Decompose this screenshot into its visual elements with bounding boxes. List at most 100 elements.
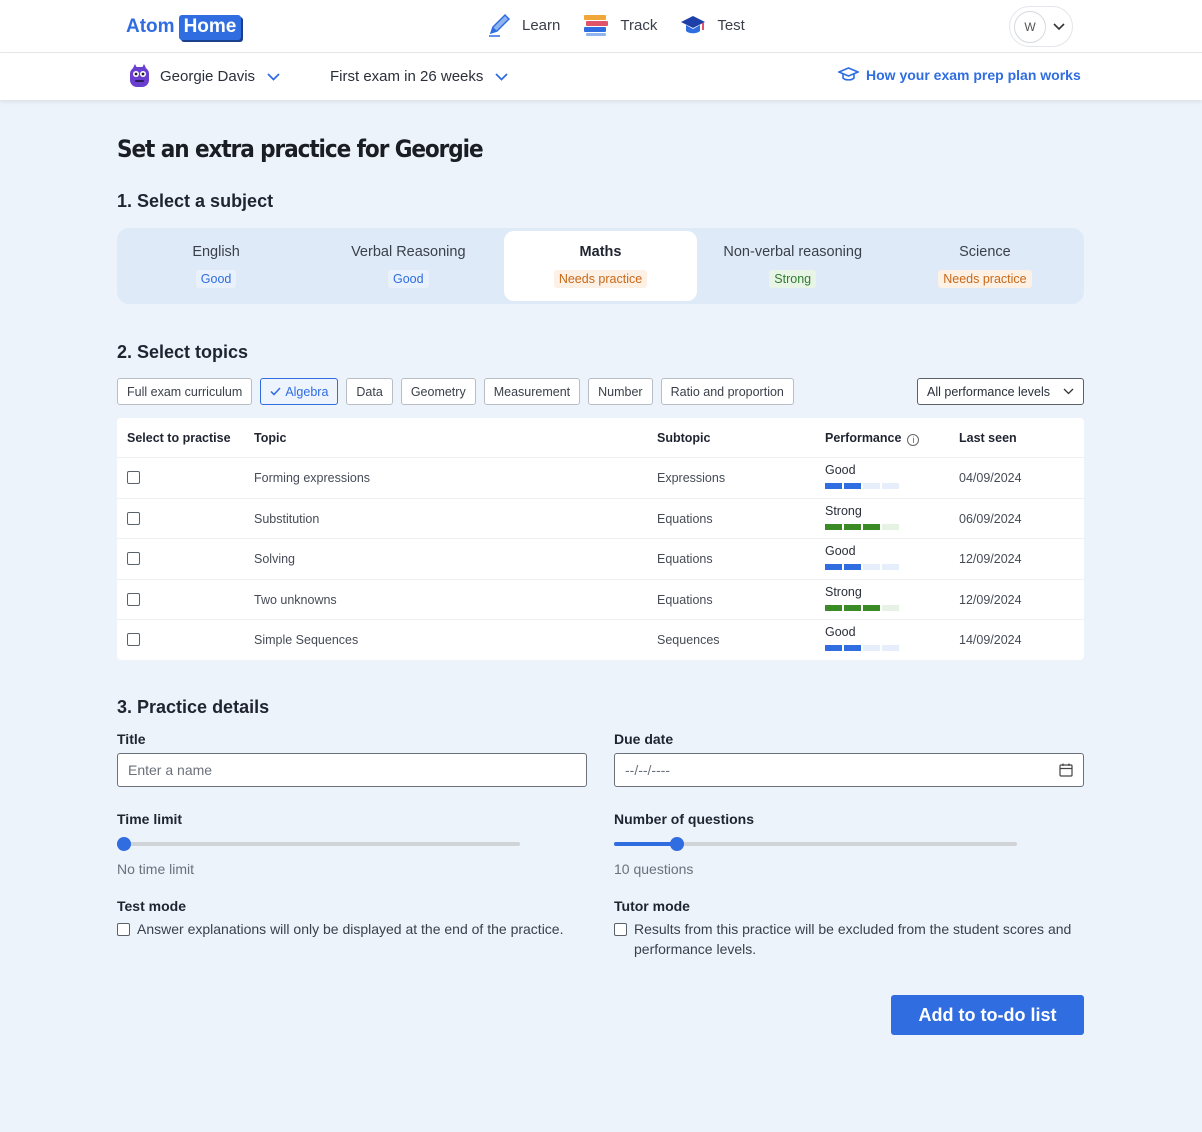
performance-badge: Good: [388, 270, 429, 288]
chevron-down-icon: [1053, 22, 1065, 30]
chip-ratio-and-proportion[interactable]: Ratio and proportion: [660, 378, 794, 405]
subject-maths[interactable]: Maths Needs practice: [504, 231, 697, 301]
chip-algebra[interactable]: Algebra: [260, 378, 339, 405]
chip-geometry[interactable]: Geometry: [400, 378, 476, 405]
tutor-mode-option[interactable]: Results from this practice will be exclu…: [614, 919, 1084, 959]
slider-track: [117, 842, 520, 846]
performance-bar: [825, 483, 901, 490]
performance-bar: [825, 564, 901, 571]
subject-science[interactable]: Science Needs practice: [889, 231, 1081, 301]
chevron-down-icon: [495, 72, 509, 81]
last-seen-cell: 12/09/2024: [959, 552, 1022, 567]
table-row: Solving Equations Good 12/09/2024: [117, 539, 1084, 580]
due-date-input[interactable]: --/--/----: [614, 753, 1084, 787]
calendar-icon[interactable]: [1059, 763, 1073, 777]
topic-cell: Substitution: [254, 511, 320, 526]
subject-english[interactable]: English Good: [120, 231, 312, 301]
performance-cell: Good: [825, 463, 901, 490]
topic-cell: Solving: [254, 552, 295, 567]
subject-verbal-reasoning[interactable]: Verbal Reasoning Good: [312, 231, 504, 301]
exam-selector[interactable]: First exam in 26 weeks: [330, 68, 509, 85]
avatar: W: [1014, 10, 1046, 43]
graduation-cap-icon: [681, 16, 706, 34]
chip-label: Ratio and proportion: [670, 384, 784, 399]
questions-slider[interactable]: [614, 837, 1017, 851]
logo-text-home: Home: [178, 14, 242, 40]
table-row: Forming expressions Expressions Good 04/…: [117, 458, 1084, 499]
select-topic-checkbox[interactable]: [127, 592, 140, 606]
test-mode-checkbox[interactable]: [117, 923, 130, 936]
page-title: Set an extra practice for Georgie: [117, 135, 484, 163]
subject-name: Science: [959, 244, 1011, 260]
performance-bar: [825, 523, 901, 530]
slider-thumb[interactable]: [670, 837, 684, 851]
add-to-todo-button[interactable]: Add to to-do list: [891, 995, 1084, 1035]
time-limit-slider[interactable]: [117, 837, 520, 851]
nav-test-label: Test: [717, 16, 745, 34]
performance-label: Strong: [825, 503, 862, 518]
graduation-cap-icon: [838, 67, 859, 81]
select-topic-checkbox[interactable]: [127, 632, 140, 646]
chip-label: Geometry: [410, 384, 466, 399]
slider-thumb[interactable]: [117, 837, 131, 851]
performance-cell: Good: [825, 544, 901, 571]
student-selector[interactable]: Georgie Davis: [128, 64, 280, 89]
questions-value: 10 questions: [614, 861, 694, 877]
topic-cell: Forming expressions: [254, 471, 371, 486]
performance-label: Good: [825, 463, 856, 478]
select-topic-checkbox[interactable]: [127, 471, 140, 485]
nav-track[interactable]: Track: [582, 12, 657, 38]
subtopic-cell: Equations: [657, 552, 713, 567]
subject-selector: English Good Verbal Reasoning Good Maths…: [117, 228, 1084, 304]
due-date-label: Due date: [614, 731, 674, 747]
atom-home-logo[interactable]: Atom Home: [126, 13, 242, 41]
due-date-placeholder: --/--/----: [625, 762, 671, 778]
section-heading-practice-details: 3. Practice details: [117, 697, 270, 717]
nav-track-label: Track: [620, 16, 658, 34]
info-icon[interactable]: i: [907, 434, 920, 446]
test-mode-label: Test mode: [117, 898, 186, 914]
topic-cell: Two unknowns: [254, 592, 337, 607]
topic-cell: Simple Sequences: [254, 632, 359, 647]
chevron-down-icon: [267, 72, 280, 81]
exam-prep-help-link[interactable]: How your exam prep plan works: [838, 67, 1081, 83]
performance-badge: Needs practice: [553, 270, 648, 288]
title-placeholder: Enter a name: [128, 762, 213, 778]
nav-test[interactable]: Test: [679, 13, 745, 37]
last-seen-cell: 04/09/2024: [959, 471, 1022, 486]
table-header-row: Select to practise Topic Subtopic Perfor…: [117, 418, 1084, 459]
subtopic-cell: Expressions: [657, 471, 726, 486]
chip-number[interactable]: Number: [588, 378, 653, 405]
chip-data[interactable]: Data: [346, 378, 393, 405]
tutor-mode-checkbox[interactable]: [614, 923, 627, 936]
chevron-down-icon: [1063, 388, 1074, 395]
select-topic-checkbox[interactable]: [127, 511, 140, 525]
performance-badge: Good: [195, 270, 237, 288]
title-input[interactable]: Enter a name: [117, 753, 587, 787]
subject-name: Maths: [579, 244, 622, 260]
chip-measurement[interactable]: Measurement: [483, 378, 581, 405]
last-seen-cell: 14/09/2024: [959, 632, 1022, 647]
performance-level-dropdown[interactable]: All performance levels: [917, 378, 1084, 405]
logo-text-atom: Atom: [126, 16, 175, 37]
last-seen-cell: 06/09/2024: [959, 511, 1022, 526]
subtopic-cell: Equations: [657, 592, 713, 607]
chip-full-exam-curriculum[interactable]: Full exam curriculum: [117, 378, 253, 405]
test-mode-option[interactable]: Answer explanations will only be display…: [117, 919, 587, 939]
performance-cell: Good: [825, 625, 901, 651]
column-header: Performance: [825, 431, 902, 445]
performance-bar: [825, 604, 901, 611]
column-header: Last seen: [959, 431, 1017, 445]
title-label: Title: [117, 731, 146, 747]
time-limit-label: Time limit: [117, 811, 183, 827]
performance-bar: [825, 644, 901, 651]
pencil-icon: [489, 13, 511, 37]
nav-learn[interactable]: Learn: [486, 12, 560, 38]
chip-label: Algebra: [285, 384, 329, 399]
table-row: Substitution Equations Strong 06/09/2024: [117, 499, 1084, 540]
test-mode-description: Answer explanations will only be display…: [137, 921, 564, 937]
subject-non-verbal-reasoning[interactable]: Non-verbal reasoning Strong: [697, 231, 889, 301]
user-menu[interactable]: W: [1009, 6, 1073, 47]
chip-label: Full exam curriculum: [127, 384, 243, 399]
select-topic-checkbox[interactable]: [127, 552, 140, 566]
